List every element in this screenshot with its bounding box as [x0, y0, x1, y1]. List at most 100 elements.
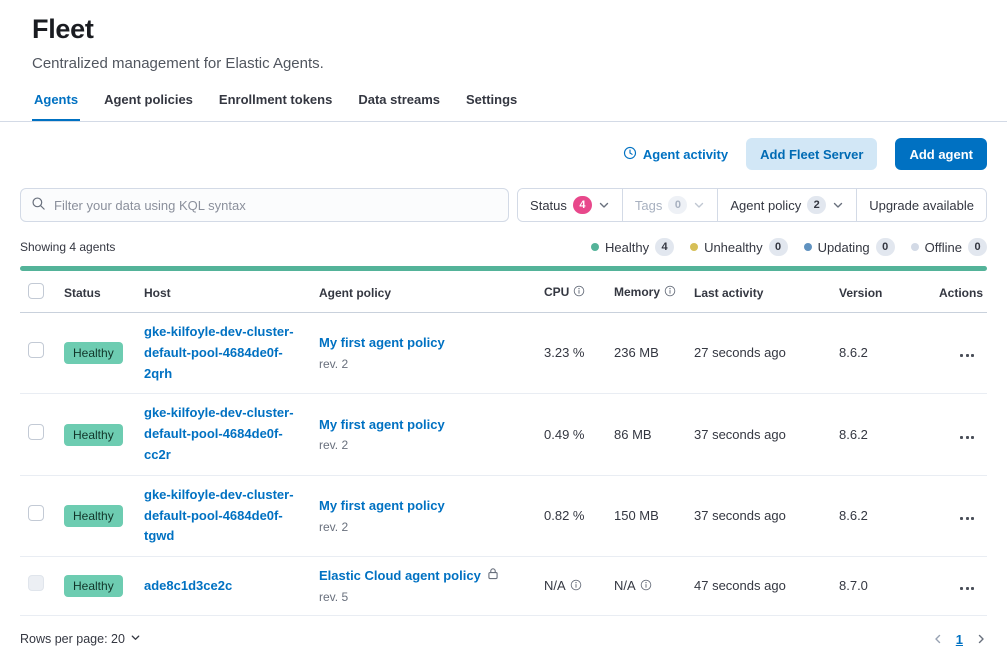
agent-policy-link[interactable]: My first agent policy	[319, 333, 445, 353]
toolbar: Agent activity Add Fleet Server Add agen…	[20, 138, 987, 170]
unhealthy-dot-icon	[690, 243, 698, 251]
host-link[interactable]: gke-kilfoyle-dev-cluster-default-pool-46…	[144, 485, 303, 547]
info-circle-icon[interactable]	[664, 285, 676, 300]
agent-policy-count-badge: 2	[807, 196, 826, 214]
legend-unhealthy[interactable]: Unhealthy 0	[690, 238, 788, 256]
status-badge: Healthy	[64, 342, 123, 364]
table-row: Healthy gke-kilfoyle-dev-cluster-default…	[20, 475, 987, 556]
host-link[interactable]: gke-kilfoyle-dev-cluster-default-pool-46…	[144, 403, 303, 465]
legend-unhealthy-count: 0	[769, 238, 788, 256]
memory-value: N/A	[606, 557, 686, 616]
policy-revision: rev. 5	[319, 588, 528, 606]
info-circle-icon[interactable]	[573, 285, 585, 300]
agent-activity-button[interactable]: Agent activity	[623, 146, 728, 163]
agents-table: Status Host Agent policy CPU Memory Last…	[20, 273, 987, 616]
status-badge: Healthy	[64, 424, 123, 446]
row-actions-button[interactable]	[955, 512, 979, 525]
last-activity-value: 27 seconds ago	[686, 313, 831, 394]
table-row: Healthy gke-kilfoyle-dev-cluster-default…	[20, 394, 987, 475]
chevron-right-icon[interactable]	[975, 633, 987, 645]
tags-count-badge: 0	[668, 196, 687, 214]
search-icon	[31, 196, 46, 214]
add-agent-button[interactable]: Add agent	[895, 138, 987, 170]
agent-activity-label: Agent activity	[643, 147, 728, 162]
version-value: 8.6.2	[831, 394, 931, 475]
page-number-1[interactable]: 1	[956, 632, 963, 647]
version-value: 8.6.2	[831, 475, 931, 556]
table-row: Healthy gke-kilfoyle-dev-cluster-default…	[20, 313, 987, 394]
header-status: Status	[56, 273, 136, 313]
chevron-down-icon	[832, 199, 844, 211]
legend-healthy[interactable]: Healthy 4	[591, 238, 674, 256]
host-link[interactable]: gke-kilfoyle-dev-cluster-default-pool-46…	[144, 322, 303, 384]
agent-policy-link[interactable]: Elastic Cloud agent policy	[319, 566, 481, 586]
cpu-value: 0.82 %	[536, 475, 606, 556]
version-value: 8.7.0	[831, 557, 931, 616]
header-last-activity: Last activity	[686, 273, 831, 313]
header-agent-policy: Agent policy	[311, 273, 536, 313]
legend-updating[interactable]: Updating 0	[804, 238, 895, 256]
row-checkbox[interactable]	[28, 424, 44, 440]
header-cpu: CPU	[536, 273, 606, 313]
search-input[interactable]	[54, 198, 498, 213]
tab-data-streams[interactable]: Data streams	[356, 86, 442, 121]
header-actions: Actions	[931, 273, 987, 313]
add-fleet-server-button[interactable]: Add Fleet Server	[746, 138, 877, 170]
healthy-dot-icon	[591, 243, 599, 251]
filter-agent-policy-label: Agent policy	[730, 198, 801, 213]
clock-icon	[623, 146, 637, 163]
info-circle-icon[interactable]	[640, 577, 652, 597]
row-actions-button[interactable]	[955, 349, 979, 362]
info-circle-icon[interactable]	[570, 577, 582, 597]
memory-value: 86 MB	[606, 394, 686, 475]
policy-revision: rev. 2	[319, 518, 528, 536]
select-all-checkbox[interactable]	[28, 283, 44, 299]
tab-settings[interactable]: Settings	[464, 86, 519, 121]
filter-tags-label: Tags	[635, 198, 662, 213]
cpu-value: N/A	[536, 557, 606, 616]
tab-enrollment-tokens[interactable]: Enrollment tokens	[217, 86, 334, 121]
policy-revision: rev. 2	[319, 355, 528, 373]
legend-offline-count: 0	[968, 238, 987, 256]
rows-per-page-button[interactable]: Rows per page: 20	[20, 632, 141, 646]
rows-per-page-label: Rows per page: 20	[20, 632, 125, 646]
row-checkbox-disabled	[28, 575, 44, 591]
agent-policy-link[interactable]: My first agent policy	[319, 496, 445, 516]
row-actions-button[interactable]	[955, 431, 979, 444]
agent-policy-link[interactable]: My first agent policy	[319, 415, 445, 435]
chevron-left-icon[interactable]	[932, 633, 944, 645]
health-progress-bar	[20, 266, 987, 271]
lock-icon	[487, 566, 499, 586]
legend-updating-label: Updating	[818, 240, 870, 255]
chevron-down-icon	[130, 632, 141, 646]
filter-tags[interactable]: Tags 0	[622, 189, 717, 221]
agents-content: Agent activity Add Fleet Server Add agen…	[0, 122, 1007, 665]
header-host: Host	[136, 273, 311, 313]
table-header-row: Status Host Agent policy CPU Memory Last…	[20, 273, 987, 313]
filter-status[interactable]: Status 4	[518, 189, 622, 221]
legend-offline-label: Offline	[925, 240, 962, 255]
row-actions-button[interactable]	[955, 582, 979, 595]
row-checkbox[interactable]	[28, 505, 44, 521]
filter-upgrade-available[interactable]: Upgrade available	[856, 189, 986, 221]
chevron-down-icon	[693, 199, 705, 211]
legend-unhealthy-label: Unhealthy	[704, 240, 763, 255]
legend-healthy-count: 4	[655, 238, 674, 256]
tab-agents[interactable]: Agents	[32, 86, 80, 121]
memory-value: 236 MB	[606, 313, 686, 394]
legend-offline[interactable]: Offline 0	[911, 238, 987, 256]
status-count-badge: 4	[573, 196, 592, 214]
last-activity-value: 37 seconds ago	[686, 475, 831, 556]
chevron-down-icon	[598, 199, 610, 211]
filter-group: Status 4 Tags 0 Agent policy 2 Upgrade a…	[517, 188, 987, 222]
tabs: Agents Agent policies Enrollment tokens …	[32, 86, 975, 121]
host-link[interactable]: ade8c1d3ce2c	[144, 576, 232, 597]
last-activity-value: 37 seconds ago	[686, 394, 831, 475]
kql-search-box[interactable]	[20, 188, 509, 222]
version-value: 8.6.2	[831, 313, 931, 394]
legend-updating-count: 0	[876, 238, 895, 256]
filter-agent-policy[interactable]: Agent policy 2	[717, 189, 856, 221]
row-checkbox[interactable]	[28, 342, 44, 358]
page-header: Fleet Centralized management for Elastic…	[0, 0, 1007, 122]
tab-agent-policies[interactable]: Agent policies	[102, 86, 195, 121]
